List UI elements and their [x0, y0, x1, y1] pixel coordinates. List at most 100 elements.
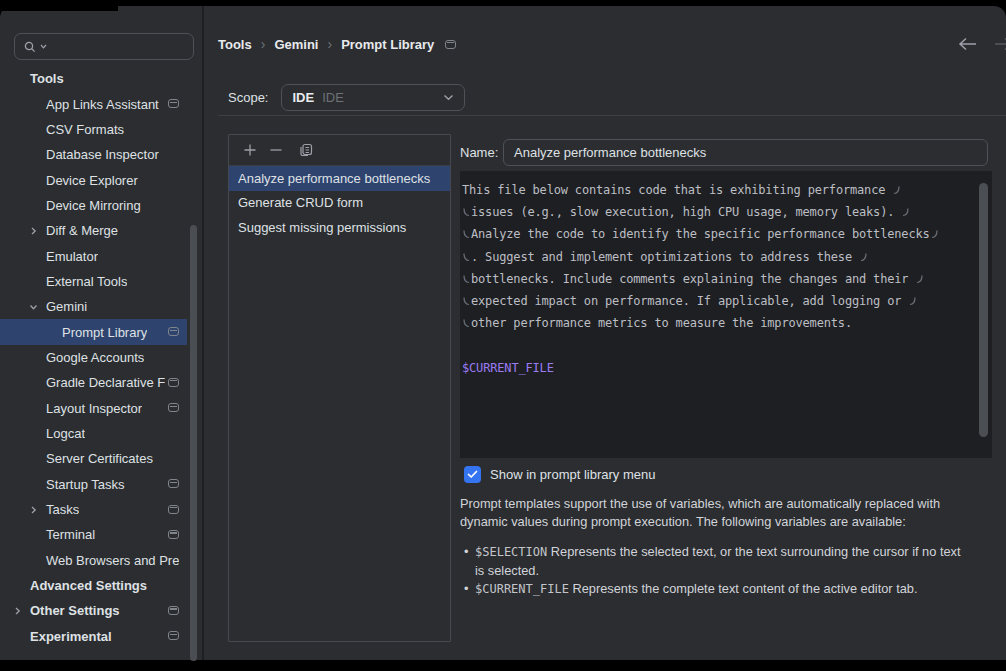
breadcrumb-item-prompt-library[interactable]: Prompt Library — [341, 37, 434, 52]
variable-description: Represents the complete text content of … — [569, 581, 918, 596]
prompt-list-panel: Analyze performance bottlenecksGenerate … — [228, 134, 451, 642]
soft-wrap-icon — [931, 229, 938, 239]
sidebar-item-csv-formats[interactable]: CSV Formats — [0, 117, 187, 142]
sidebar-item-experimental[interactable]: Experimental — [0, 624, 187, 649]
sidebar-item-advanced-settings[interactable]: Advanced Settings — [0, 573, 187, 598]
soft-wrap-icon — [860, 252, 867, 262]
sidebar-item-web-browsers-and-pre[interactable]: Web Browsers and Pre — [0, 548, 187, 573]
search-history-arrow-icon — [40, 44, 47, 49]
sidebar-item-server-certificates[interactable]: Server Certificates — [0, 446, 187, 471]
editor-line: . Suggest and implement optimizations to… — [462, 246, 978, 268]
sidebar-item-device-explorer[interactable]: Device Explorer — [0, 167, 187, 192]
variable-name: $SELECTION — [475, 545, 547, 559]
settings-search-field[interactable] — [14, 33, 194, 60]
settings-dialog: Tools App Links Assistant CSV Formats Datab… — [0, 6, 1006, 660]
soft-wrap-icon — [463, 318, 470, 328]
soft-wrap-icon — [893, 185, 900, 195]
sidebar-item-startup-tasks[interactable]: Startup Tasks — [0, 472, 187, 497]
sidebar-item-label: App Links Assistant — [0, 97, 159, 112]
sidebar-item-app-links-assistant[interactable]: App Links Assistant — [0, 91, 187, 116]
sidebar-item-label: Experimental — [0, 629, 112, 644]
sidebar-item-device-mirroring[interactable]: Device Mirroring — [0, 193, 187, 218]
soft-wrap-icon — [916, 274, 923, 284]
prompt-list-item[interactable]: Generate CRUD form — [229, 191, 450, 216]
soft-wrap-icon — [909, 296, 916, 306]
ide-window-icon — [168, 327, 179, 336]
sidebar-item-terminal[interactable]: Terminal — [0, 522, 187, 547]
sidebar-item-emulator[interactable]: Emulator — [0, 243, 187, 268]
sidebar-item-label: Startup Tasks — [0, 477, 125, 492]
sidebar-item-other-settings[interactable]: Other Settings — [0, 598, 187, 623]
editor-scrollbar[interactable] — [979, 183, 988, 437]
breadcrumb-separator: › — [261, 36, 266, 52]
sidebar-item-diff-merge[interactable]: Diff & Merge — [0, 218, 187, 243]
scope-dropdown[interactable]: IDE IDE — [281, 84, 465, 111]
sidebar-item-label: Google Accounts — [0, 350, 144, 365]
chevron-down-icon — [443, 94, 454, 101]
sidebar-scrollbar[interactable] — [190, 225, 197, 661]
variable-name: $CURRENT_FILE — [475, 582, 569, 596]
name-input[interactable]: Analyze performance bottlenecks — [503, 139, 988, 166]
sidebar-item-layout-inspector[interactable]: Layout Inspector — [0, 395, 187, 420]
sidebar-item-label: Tools — [0, 71, 64, 86]
editor-line — [462, 334, 978, 356]
sidebar-item-label: Gemini — [0, 299, 87, 314]
editor-line: other performance metrics to measure the… — [462, 312, 978, 334]
soft-wrap-icon — [463, 252, 470, 262]
scope-ghost-value: IDE — [322, 90, 443, 105]
copy-button[interactable] — [298, 142, 314, 158]
prompt-text-editor[interactable]: This file below contains code that is ex… — [460, 171, 992, 458]
settings-tree: Tools App Links Assistant CSV Formats Datab… — [0, 66, 187, 649]
show-in-menu-label: Show in prompt library menu — [490, 467, 655, 482]
sidebar-item-label: External Tools — [0, 274, 127, 289]
editor-line: This file below contains code that is ex… — [462, 179, 978, 201]
chevron-right-icon[interactable] — [13, 603, 22, 618]
breadcrumb-item-tools[interactable]: Tools — [218, 37, 252, 52]
sidebar-item-label: Layout Inspector — [0, 401, 142, 416]
scope-value: IDE — [292, 90, 314, 105]
sidebar-item-external-tools[interactable]: External Tools — [0, 269, 187, 294]
add-button[interactable] — [242, 142, 258, 158]
breadcrumb-separator: › — [327, 36, 332, 52]
show-in-menu-checkbox[interactable] — [464, 466, 481, 483]
prompt-list-item[interactable]: Suggest missing permissions — [229, 215, 450, 240]
editor-line: expected impact on performance. If appli… — [462, 290, 978, 312]
sidebar-item-prompt-library[interactable]: Prompt Library — [0, 319, 187, 344]
scope-label: Scope: — [228, 90, 268, 105]
back-arrow-icon[interactable] — [958, 37, 977, 51]
prompt-list-item[interactable]: Analyze performance bottlenecks — [229, 166, 450, 191]
sidebar-item-tools[interactable]: Tools — [0, 66, 187, 91]
sidebar-item-label: Tasks — [0, 502, 79, 517]
variables-description: Prompt templates support the use of vari… — [460, 495, 976, 531]
sidebar-item-label: Gradle Declarative F — [0, 375, 165, 390]
breadcrumb-item-gemini[interactable]: Gemini — [274, 37, 318, 52]
sidebar-item-label: Emulator — [0, 249, 98, 264]
chevron-right-icon[interactable] — [29, 223, 38, 238]
chevron-right-icon[interactable] — [29, 502, 38, 517]
sidebar-item-logcat[interactable]: Logcat — [0, 421, 187, 446]
chevron-down-icon[interactable] — [29, 299, 38, 314]
variable-description: Represents the selected text, or the tex… — [475, 544, 961, 578]
search-icon — [23, 40, 37, 54]
sidebar-item-gemini[interactable]: Gemini — [0, 294, 187, 319]
sidebar-item-label: Device Explorer — [0, 173, 138, 188]
remove-button[interactable] — [268, 142, 284, 158]
breadcrumb: Tools › Gemini › Prompt Library — [218, 36, 456, 52]
ide-window-icon — [168, 479, 179, 488]
soft-wrap-icon — [463, 274, 470, 284]
ide-window-icon — [168, 378, 179, 387]
sidebar-item-label: Diff & Merge — [0, 223, 118, 238]
titlebar-remnant — [0, 0, 118, 11]
sidebar-item-label: Database Inspector — [0, 147, 159, 162]
forward-arrow-icon[interactable] — [994, 37, 1006, 51]
prompt-list: Analyze performance bottlenecksGenerate … — [229, 166, 450, 240]
editor-line: Analyze the code to identify the specifi… — [462, 223, 978, 245]
soft-wrap-icon — [463, 296, 470, 306]
sidebar-item-tasks[interactable]: Tasks — [0, 497, 187, 522]
checkmark-icon — [467, 470, 478, 479]
sidebar-item-gradle-declarative-f[interactable]: Gradle Declarative F — [0, 370, 187, 395]
sidebar-item-google-accounts[interactable]: Google Accounts — [0, 345, 187, 370]
sidebar-item-label: Device Mirroring — [0, 198, 141, 213]
sidebar-item-label: Server Certificates — [0, 451, 153, 466]
sidebar-item-database-inspector[interactable]: Database Inspector — [0, 142, 187, 167]
